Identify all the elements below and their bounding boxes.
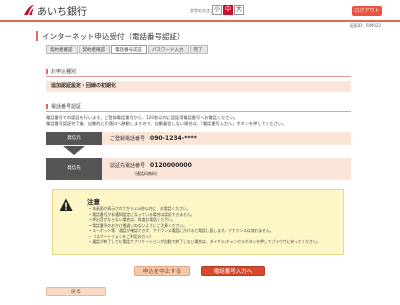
heading-accent xyxy=(46,69,48,74)
caller-info: ご登録電話番号 090-1234-**** xyxy=(102,132,351,145)
caller-number: 090-1234-**** xyxy=(150,135,197,142)
destination-text: 認証先電話番号 xyxy=(110,163,146,169)
notice-list: 本画面が表示されてから120秒以内に、お電話ください。 電話番号が非通知設定にな… xyxy=(89,206,341,245)
step-3-current: 電話番号認証 xyxy=(111,45,147,54)
font-size-medium-button[interactable]: 中 xyxy=(223,5,233,15)
application-kind-value: 追加認証設定・回線の初期化 xyxy=(46,81,351,92)
kind-section-heading: お申込種別 xyxy=(46,67,351,77)
back-button[interactable]: 戻る xyxy=(46,287,106,296)
font-size-large-button[interactable]: 大 xyxy=(234,5,244,15)
screen-id: 画面ID：RIM022 xyxy=(349,23,381,28)
destination-row: 発信先 認証先電話番号 0120000000 （通話料無料） xyxy=(46,158,351,180)
cancel-application-button[interactable]: 申込を中止する xyxy=(134,266,190,276)
font-size-label: 文字の大きさ xyxy=(190,8,214,13)
step-5: 完了 xyxy=(189,45,208,54)
phone-auth-heading-text: 電話番号認証 xyxy=(51,104,82,110)
proceed-phone-input-button[interactable]: 電話番号入力へ xyxy=(201,266,265,276)
logout-button[interactable]: ログアウト xyxy=(352,6,382,16)
caller-row: 発信元 ご登録電話番号 090-1234-**** xyxy=(46,132,351,145)
header-divider xyxy=(0,20,400,22)
header: あいち銀行 文字の大きさ 小 中 大 ログアウト xyxy=(0,0,400,20)
caller-label: 発信元 xyxy=(46,132,102,145)
destination-number: 0120000000 xyxy=(150,162,192,169)
bank-name: あいち銀行 xyxy=(37,7,87,18)
destination-info: 認証先電話番号 0120000000 （通話料無料） xyxy=(102,158,351,180)
notice-box: 注意 本画面が表示されてから120秒以内に、お電話ください。 電話番号が非通知設… xyxy=(52,189,344,255)
step-4: パスワード入力 xyxy=(148,45,189,54)
down-arrow-icon xyxy=(63,146,85,155)
notice-title: 注意 xyxy=(87,198,100,206)
caller-text: ご登録電話番号 xyxy=(110,136,146,142)
destination-line: 認証先電話番号 0120000000 xyxy=(110,162,351,170)
kind-heading-text: お申込種別 xyxy=(51,69,77,75)
warning-icon xyxy=(59,198,73,211)
toll-free-note: （通話料無料） xyxy=(132,171,160,176)
bank-logo-icon xyxy=(24,5,34,15)
page-title: インターネット申込受付（電話番号認証） xyxy=(42,32,185,41)
step-1: 契約者確認 xyxy=(46,45,78,54)
font-size-small-button[interactable]: 小 xyxy=(212,5,222,15)
step-2: 契約者確認 xyxy=(78,45,110,54)
phone-auth-description-2: 電話番号認証完了後、自動的に引落口へ移動しますので、自動着信しない場合は、「電話… xyxy=(46,121,287,126)
notice-item: 通話が終了しても電話アプリケーションが自動で終了しない場合は、ダイヤル/キャンセ… xyxy=(89,239,341,245)
destination-label: 発信先 xyxy=(46,158,102,180)
heading-accent xyxy=(46,104,48,109)
progress-steps: 契約者確認 契約者確認 電話番号認証 パスワード入力 完了 xyxy=(46,45,209,54)
phone-auth-section-heading: 電話番号認証 xyxy=(46,102,351,112)
